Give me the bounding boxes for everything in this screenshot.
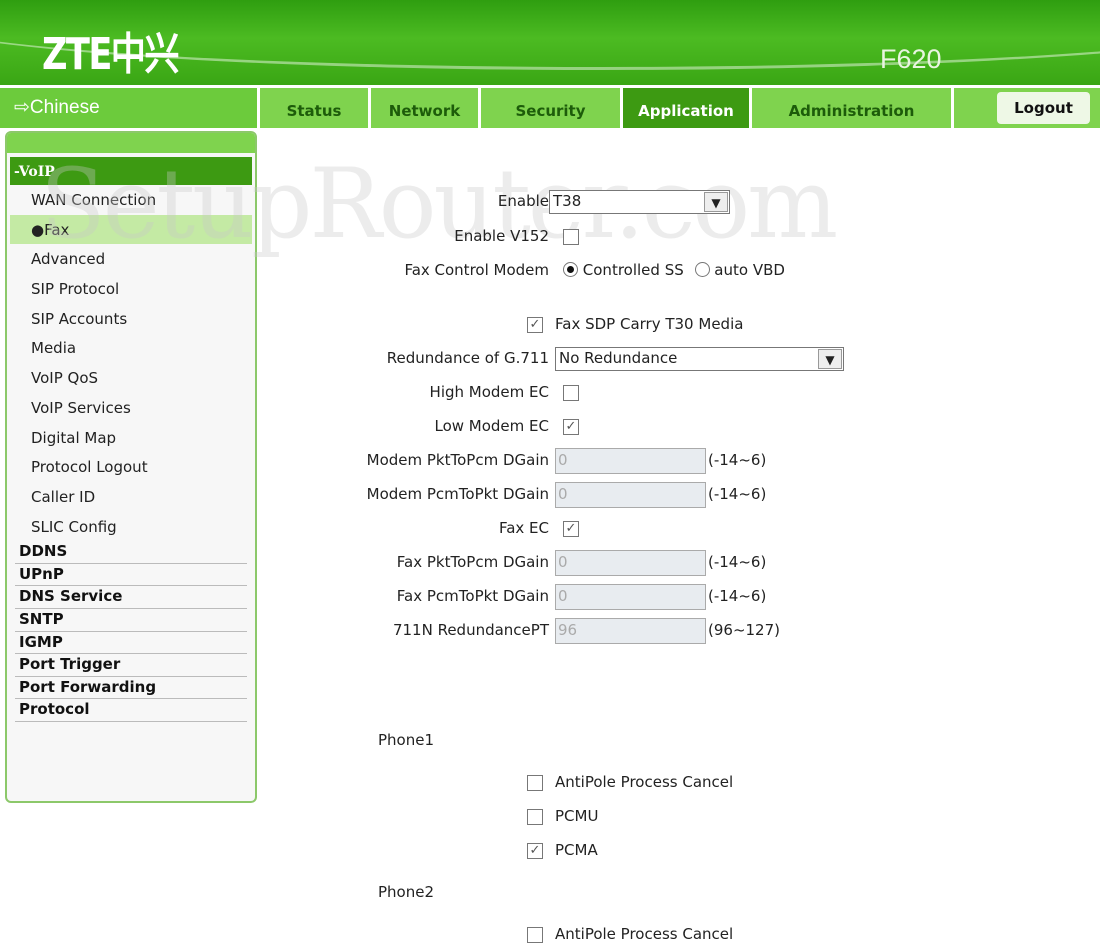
sidebar-subitem[interactable]: SIP Accounts: [10, 304, 252, 334]
enable-label: Enable: [497, 192, 549, 210]
sidebar-subitem[interactable]: WAN Connection: [10, 185, 252, 215]
sidebar-subitem[interactable]: VoIP QoS: [10, 363, 252, 393]
enable-select[interactable]: T38 ▼: [549, 190, 730, 214]
fax-pkt-to-pcm-label: Fax PktToPcm DGain: [396, 553, 549, 571]
enable-v152-label: Enable V152: [454, 227, 549, 245]
phone1-pcmu-label: PCMU: [555, 807, 599, 825]
modem-pkt-to-pcm-hint: (-14~6): [708, 451, 767, 469]
sidebar-subitem[interactable]: Caller ID: [10, 482, 252, 512]
sidebar-item[interactable]: Port Trigger: [15, 654, 247, 677]
phone1-pcmu-checkbox[interactable]: [527, 809, 543, 825]
phone1-pcma-label: PCMA: [555, 841, 598, 859]
tab-status[interactable]: Status: [260, 88, 368, 128]
modem-pkt-to-pcm-input[interactable]: 0: [555, 448, 706, 474]
sidebar-item[interactable]: IGMP: [15, 632, 247, 655]
sidebar-subitem[interactable]: SIP Protocol: [10, 274, 252, 304]
high-modem-ec-checkbox[interactable]: [563, 385, 579, 401]
fax-control-modem-label: Fax Control Modem: [404, 261, 549, 279]
sidebar-subitem[interactable]: VoIP Services: [10, 393, 252, 423]
fax-pkt-to-pcm-hint: (-14~6): [708, 553, 767, 571]
phone2-label: Phone2: [378, 883, 435, 901]
redundance-label: Redundance of G.711: [386, 349, 549, 367]
fax-pcm-to-pkt-hint: (-14~6): [708, 587, 767, 605]
sidebar-subitem[interactable]: SLIC Config: [10, 512, 252, 542]
logout-button[interactable]: Logout: [997, 92, 1090, 124]
sidebar-item[interactable]: DDNS: [15, 541, 247, 564]
sidebar-item[interactable]: DNS Service: [15, 586, 247, 610]
sidebar-header: [7, 133, 255, 153]
redundance-pt-label: 711N RedundancePT: [392, 621, 549, 639]
redundance-pt-hint: (96~127): [708, 621, 780, 639]
phone2-antipole-checkbox[interactable]: [527, 927, 543, 943]
controlled-ss-radio[interactable]: [563, 262, 578, 277]
phone1-pcma-checkbox[interactable]: ✓: [527, 843, 543, 859]
tab-application[interactable]: Application: [623, 88, 749, 128]
fax-pcm-to-pkt-label: Fax PcmToPkt DGain: [396, 587, 549, 605]
tab-network[interactable]: Network: [371, 88, 478, 128]
redundance-pt-input[interactable]: 96: [555, 618, 706, 644]
model-name: F620: [880, 44, 942, 74]
sidebar-subitem[interactable]: Advanced: [10, 244, 252, 274]
high-modem-ec-label: High Modem EC: [429, 383, 549, 401]
language-switch-link[interactable]: ⇨Chinese: [0, 88, 257, 128]
low-modem-ec-label: Low Modem EC: [434, 417, 549, 435]
fax-pkt-to-pcm-input[interactable]: 0: [555, 550, 706, 576]
sidebar-section-voip[interactable]: -VoIP: [10, 157, 252, 185]
enable-value: T38: [553, 192, 582, 210]
sidebar-item[interactable]: Protocol: [15, 699, 247, 722]
sidebar-subitem[interactable]: Digital Map: [10, 423, 252, 453]
fax-ec-checkbox[interactable]: ✓: [563, 521, 579, 537]
fax-pcm-to-pkt-input[interactable]: 0: [555, 584, 706, 610]
auto-vbd-radio[interactable]: [694, 262, 710, 277]
zte-logo: ZTE中兴: [42, 29, 180, 80]
sidebar-subitem[interactable]: Media: [10, 333, 252, 363]
sidebar-subitem[interactable]: Protocol Logout: [10, 452, 252, 482]
sidebar-item[interactable]: SNTP: [15, 609, 247, 632]
fax-sdp-label: Fax SDP Carry T30 Media: [555, 315, 744, 333]
chevron-down-icon: ▼: [704, 192, 728, 212]
redundance-select[interactable]: No Redundance ▼: [555, 347, 844, 371]
controlled-ss-label: Controlled SS: [582, 261, 684, 279]
fax-control-modem-radios: Controlled SS auto VBD: [563, 261, 785, 279]
modem-pcm-to-pkt-hint: (-14~6): [708, 485, 767, 503]
sidebar-item[interactable]: Port Forwarding: [15, 677, 247, 700]
sidebar: -VoIP WAN Connection ●Fax Advanced SIP Prot…: [5, 131, 257, 803]
top-nav: ⇨Chinese Status Network Security Applica…: [0, 88, 1100, 128]
modem-pkt-to-pcm-label: Modem PktToPcm DGain: [366, 451, 549, 469]
phone1-antipole-label: AntiPole Process Cancel: [555, 773, 734, 791]
auto-vbd-label: auto VBD: [714, 261, 785, 279]
phone1-antipole-checkbox[interactable]: [527, 775, 543, 791]
modem-pcm-to-pkt-label: Modem PcmToPkt DGain: [366, 485, 549, 503]
redundance-value: No Redundance: [559, 349, 678, 367]
chevron-down-icon: ▼: [818, 349, 842, 369]
modem-pcm-to-pkt-input[interactable]: 0: [555, 482, 706, 508]
fax-sdp-checkbox[interactable]: ✓: [527, 317, 543, 333]
phone2-antipole-label: AntiPole Process Cancel: [555, 925, 734, 943]
sidebar-item[interactable]: UPnP: [15, 564, 247, 587]
fax-ec-label: Fax EC: [498, 519, 549, 537]
phone1-label: Phone1: [378, 731, 435, 749]
enable-v152-checkbox[interactable]: [563, 229, 579, 245]
tab-security[interactable]: Security: [481, 88, 620, 128]
low-modem-ec-checkbox[interactable]: ✓: [563, 419, 579, 435]
tab-administration[interactable]: Administration: [752, 88, 951, 128]
sidebar-subitem[interactable]: ●Fax: [10, 214, 252, 245]
header-banner: ZTE中兴 F620: [0, 0, 1100, 85]
